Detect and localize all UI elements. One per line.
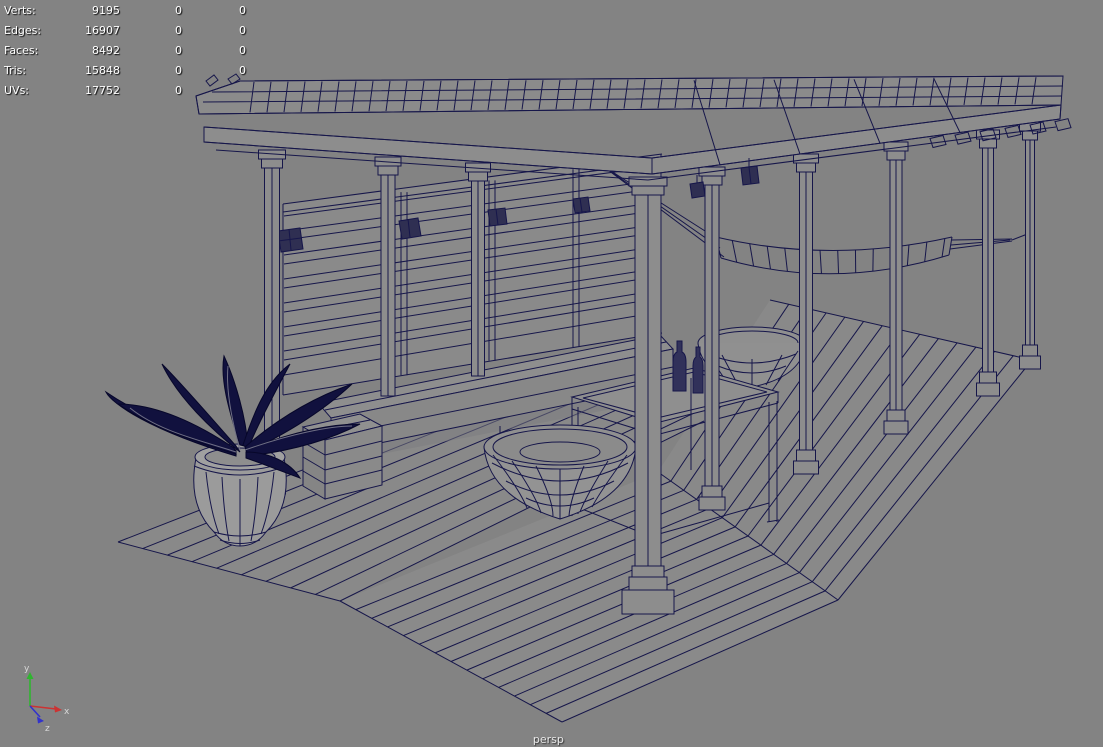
- y-axis-label: y: [24, 664, 30, 674]
- z-axis-arrow-icon: [37, 716, 44, 724]
- maya-viewport: { "hud": { "rows": [ {"label": "Verts:",…: [0, 0, 1103, 747]
- x-axis-arrow-icon: [54, 705, 62, 713]
- camera-label: persp: [532, 733, 564, 746]
- x-axis-label: x: [64, 707, 70, 717]
- pergola-roof: [195, 73, 1072, 181]
- axis-gizmo: y x z: [24, 664, 70, 734]
- z-axis-label: z: [45, 724, 50, 734]
- viewport-canvas[interactable]: y x z: [0, 0, 1103, 747]
